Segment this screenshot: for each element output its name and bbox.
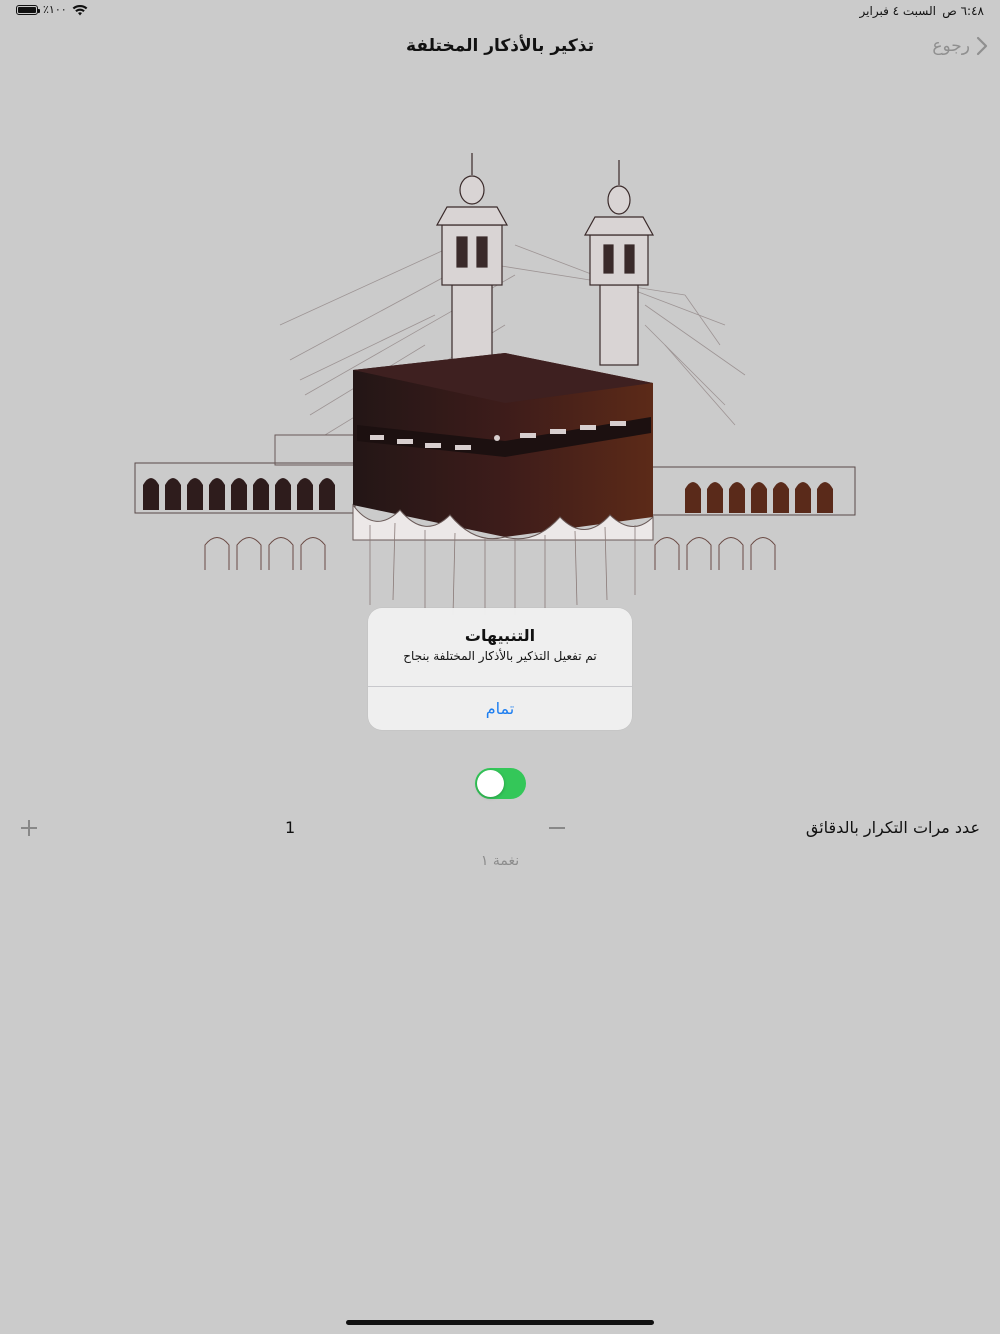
kaaba [352,353,654,616]
repeat-interval-label: عدد مرات التكرار بالدقائق [805,818,980,837]
decrement-button[interactable] [546,818,568,838]
back-button[interactable]: رجوع [932,36,988,56]
status-time: ٦:٤٨ ص [942,4,984,18]
status-left-group: ٪١٠٠ [16,3,88,16]
right-arcade [649,466,856,516]
kaaba-illustration [134,153,856,616]
battery-percentage: ٪١٠٠ [43,3,67,16]
back-label: رجوع [932,36,970,56]
status-date: السبت ٤ فبراير [859,4,936,18]
reminder-toggle[interactable] [475,768,526,799]
alert-ok-button[interactable]: تمام [368,687,632,730]
battery-icon [16,4,40,15]
right-minaret [583,160,655,366]
status-bar: ٪١٠٠ السبت ٤ فبراير ٦:٤٨ ص [0,0,1000,24]
increment-button[interactable] [18,818,40,838]
repeat-value: 1 [285,818,296,837]
page-title: تذكير بالأذكار المختلفة [406,36,594,56]
alert-message: تم تفعيل التذكير بالأذكار المختلفة بنجاح [403,649,597,663]
left-minaret [435,153,509,366]
toggle-knob [477,770,504,797]
alert-title: التنبيهات [464,626,536,645]
home-indicator[interactable] [346,1320,654,1325]
wifi-icon [72,4,88,15]
chevron-right-icon [976,36,988,56]
alert-dialog: التنبيهات تم تفعيل التذكير بالأذكار المخ… [368,608,632,730]
left-arcade [134,434,361,514]
tone-selector[interactable]: نغمة ١ [0,853,1000,869]
